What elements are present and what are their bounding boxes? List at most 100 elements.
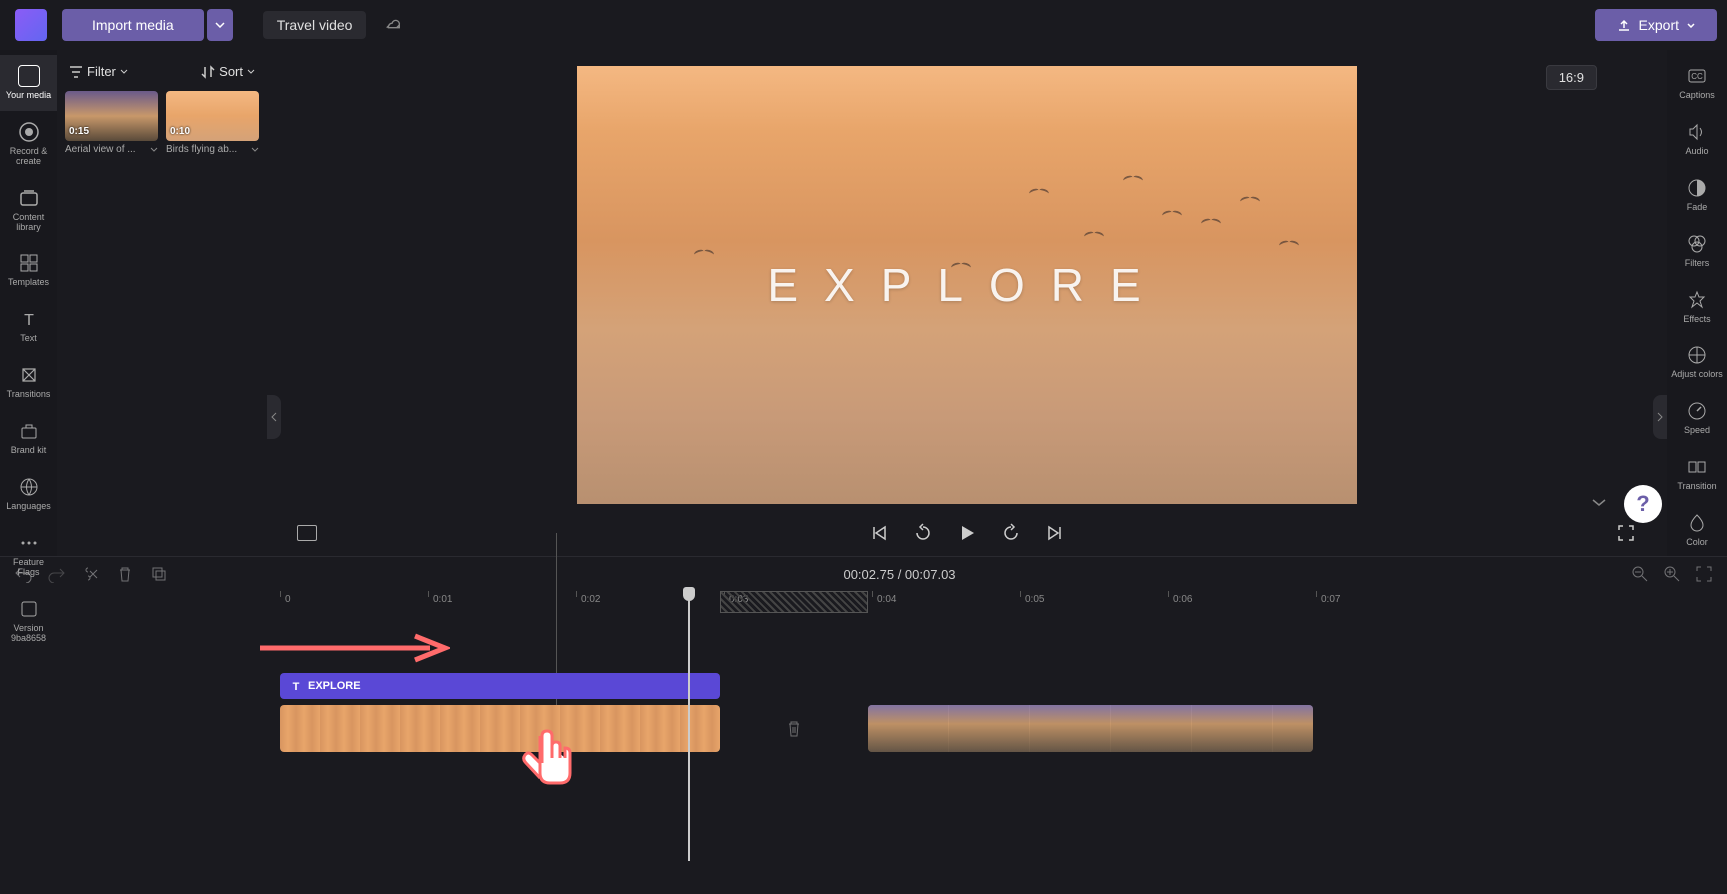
sidebar-item-adjust-colors[interactable]: Adjust colors — [1667, 334, 1727, 390]
playback-controls: ? — [267, 510, 1667, 556]
right-sidebar: CC Captions Audio Fade Filters Effects A… — [1667, 50, 1727, 556]
left-sidebar: Your media Record & create Content libra… — [0, 50, 57, 556]
duplicate-button[interactable] — [150, 565, 168, 583]
filter-button[interactable]: Filter — [69, 64, 128, 79]
timeline-ruler[interactable]: 0 0:01 0:02 0:03 0:04 0:05 0:06 0:07 — [0, 591, 1727, 613]
skip-start-icon — [870, 524, 888, 542]
forward-button[interactable] — [1000, 522, 1022, 544]
tutorial-cursor-annotation — [520, 728, 580, 803]
globe-icon — [18, 476, 40, 498]
app-logo[interactable] — [15, 9, 47, 41]
ruler-mark: 0 — [285, 594, 291, 605]
text-icon: T — [290, 680, 302, 692]
text-clip-label: EXPLORE — [308, 680, 361, 692]
import-dropdown[interactable] — [207, 9, 233, 41]
fullscreen-button[interactable] — [1615, 522, 1637, 544]
clip-duration: 0:15 — [69, 126, 89, 137]
fade-icon — [1686, 177, 1708, 199]
timeline-timecode: 00:02.75 / 00:07.03 — [843, 567, 955, 582]
media-clip-birds[interactable]: 0:10 Birds flying ab... — [166, 91, 259, 155]
sort-icon — [201, 65, 215, 79]
sidebar-label: Brand kit — [11, 446, 47, 456]
filter-label: Filter — [87, 64, 116, 79]
collapse-properties-panel[interactable] — [1653, 395, 1667, 439]
sidebar-item-text[interactable]: T Text — [0, 298, 57, 354]
sidebar-item-effects[interactable]: Effects — [1667, 279, 1727, 335]
timeline-gap[interactable] — [720, 705, 868, 752]
sidebar-item-templates[interactable]: Templates — [0, 242, 57, 298]
sidebar-item-content-library[interactable]: Content library — [0, 177, 57, 243]
redo-button[interactable] — [48, 565, 66, 583]
preview-area: 16:9 EXPLORE — [267, 50, 1667, 556]
timeline-tracks[interactable]: T EXPLORE — [0, 613, 1727, 894]
ruler-mark: 0:06 — [1173, 594, 1192, 605]
brand-kit-icon — [18, 420, 40, 442]
sidebar-item-audio[interactable]: Audio — [1667, 111, 1727, 167]
delete-button[interactable] — [116, 565, 134, 583]
sidebar-item-languages[interactable]: Languages — [0, 466, 57, 522]
sort-label: Sort — [219, 64, 243, 79]
filter-icon — [69, 65, 83, 79]
sidebar-label: Color — [1686, 538, 1708, 548]
zoom-out-button[interactable] — [1631, 565, 1649, 583]
split-button[interactable] — [82, 565, 100, 583]
project-name-field[interactable]: Travel video — [263, 11, 367, 39]
sidebar-item-record-create[interactable]: Record & create — [0, 111, 57, 177]
export-label: Export — [1639, 17, 1679, 33]
trash-icon[interactable] — [786, 720, 802, 738]
export-button[interactable]: Export — [1595, 9, 1717, 41]
sidebar-item-transition[interactable]: Transition — [1667, 446, 1727, 502]
sidebar-item-your-media[interactable]: Your media — [0, 55, 57, 111]
chevron-down-icon — [1687, 23, 1695, 28]
timeline-section: 00:02.75 / 00:07.03 0 0:01 0:02 0:03 0:0… — [0, 556, 1727, 894]
clip-title: Birds flying ab... — [166, 144, 237, 155]
timeline-text-clip[interactable]: T EXPLORE — [280, 673, 720, 699]
sidebar-item-filters[interactable]: Filters — [1667, 223, 1727, 279]
fit-zoom-button[interactable] — [1695, 565, 1713, 583]
help-button[interactable]: ? — [1624, 485, 1662, 523]
sidebar-item-fade[interactable]: Fade — [1667, 167, 1727, 223]
sidebar-label: Captions — [1679, 91, 1715, 101]
undo-button[interactable] — [14, 565, 32, 583]
sidebar-label: Languages — [6, 502, 51, 512]
present-mode-button[interactable] — [297, 525, 317, 541]
chevron-down-icon — [1590, 496, 1608, 508]
sidebar-label: Text — [20, 334, 37, 344]
chevron-down-icon[interactable] — [150, 147, 158, 152]
sidebar-label: Transition — [1677, 482, 1716, 492]
transitions-icon — [18, 364, 40, 386]
transition-icon — [1686, 456, 1708, 478]
sidebar-item-speed[interactable]: Speed — [1667, 390, 1727, 446]
playhead[interactable] — [688, 591, 690, 861]
aspect-ratio-badge[interactable]: 16:9 — [1546, 65, 1597, 90]
media-icon — [18, 65, 40, 87]
total-time: 00:07.03 — [905, 567, 956, 582]
sidebar-item-transitions[interactable]: Transitions — [0, 354, 57, 410]
sidebar-label: Fade — [1687, 203, 1708, 213]
sidebar-label: Effects — [1683, 315, 1710, 325]
expand-panel-button[interactable] — [1590, 495, 1612, 517]
play-button[interactable] — [956, 522, 978, 544]
zoom-in-button[interactable] — [1663, 565, 1681, 583]
sidebar-label: Filters — [1685, 259, 1710, 269]
timeline-video-clip-birds[interactable] — [280, 705, 720, 752]
chevron-right-icon — [1657, 412, 1663, 422]
media-clip-aerial[interactable]: 0:15 Aerial view of ... — [65, 91, 158, 155]
sidebar-label: Audio — [1685, 147, 1708, 157]
sidebar-item-color[interactable]: Color — [1667, 502, 1727, 558]
skip-start-button[interactable] — [868, 522, 890, 544]
chevron-down-icon[interactable] — [251, 147, 259, 152]
sidebar-item-captions[interactable]: CC Captions — [1667, 55, 1727, 111]
sort-button[interactable]: Sort — [201, 64, 255, 79]
rewind-button[interactable] — [912, 522, 934, 544]
import-media-button[interactable]: Import media — [62, 9, 204, 41]
timeline-video-clip-aerial[interactable] — [868, 705, 1313, 752]
skip-end-button[interactable] — [1044, 522, 1066, 544]
sync-cloud-icon[interactable] — [384, 16, 402, 34]
captions-icon: CC — [1686, 65, 1708, 87]
sidebar-label: Record & create — [2, 147, 55, 167]
sidebar-item-brand-kit[interactable]: Brand kit — [0, 410, 57, 466]
chevron-down-icon — [120, 69, 128, 74]
ruler-mark: 0:07 — [1321, 594, 1340, 605]
video-preview-canvas[interactable]: EXPLORE — [577, 66, 1357, 504]
